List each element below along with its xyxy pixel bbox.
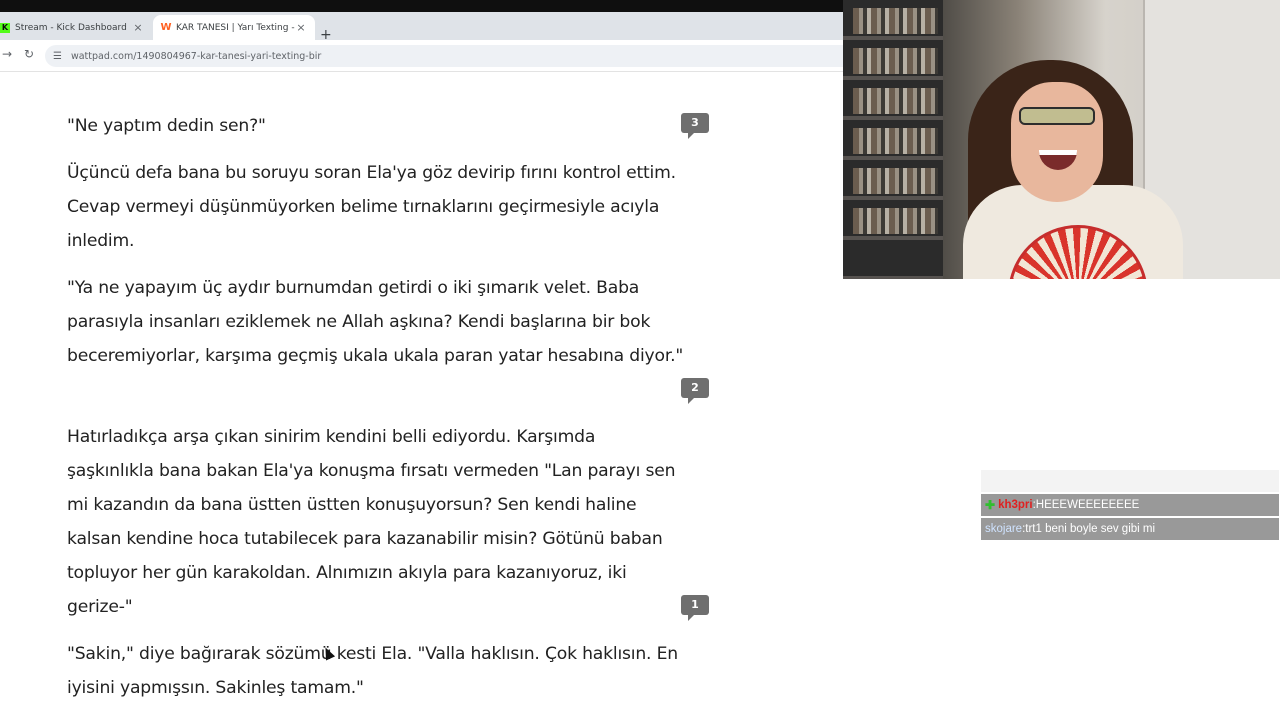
kick-badge-icon: ✚ [985,498,996,512]
address-bar[interactable]: ☰ wattpad.com/1490804967-kar-tanesi-yari… [45,45,845,67]
chat-fading-message [981,470,1279,492]
tab-title: KAR TANESİ | Yarı Texting - bir [176,22,295,33]
chat-username: kh3pri [998,499,1033,511]
browser-toolbar: → ↻ ☰ wattpad.com/1490804967-kar-tanesi-… [0,40,845,72]
books [853,48,938,74]
bookshelf [843,0,943,279]
browser-tab-strip: K Stream - Kick Dashboard × W KAR TANESİ… [0,12,845,43]
reload-icon[interactable]: ↻ [24,47,34,61]
story-paragraph: Hatırladıkça arşa çıkan sinirim kendini … [67,427,676,617]
site-info-icon[interactable]: ☰ [53,51,62,62]
stream-chat-overlay: ✚ kh3pri : HEEEWEEEEEEEE skojare : trt1 … [981,470,1279,542]
story-paragraph: "Sakin," diye bağırarak sözümü kesti Ela… [67,644,678,698]
books [853,128,938,154]
url-text: wattpad.com/1490804967-kar-tanesi-yari-t… [70,50,322,62]
chat-message: skojare : trt1 beni boyle sev gibi mi [981,518,1279,540]
chat-message: ✚ kh3pri : HEEEWEEEEEEEE [981,494,1279,516]
story-paragraph: "Ne yaptım dedin sen?" [67,116,266,136]
wattpad-icon: W [160,22,172,33]
kick-icon: K [0,22,10,33]
story-paragraph: Üçüncü defa bana bu soruyu soran Ela'ya … [67,163,676,251]
chat-username: skojare [985,523,1023,535]
books [853,168,938,194]
inline-comment-badge[interactable]: 1 [681,595,709,621]
inline-comment-badge[interactable]: 2 [681,378,709,404]
books [853,8,938,34]
story-paragraph: "Ya ne yapayım üç aydır burnumdan getird… [67,278,684,366]
close-icon[interactable]: × [132,21,144,34]
inline-comment-badge[interactable]: 3 [681,113,709,139]
tab-kick-dashboard[interactable]: K Stream - Kick Dashboard × [0,15,152,40]
webcam-overlay [843,0,1280,279]
glasses [1019,107,1095,125]
chat-text: trt1 beni boyle sev gibi mi [1025,523,1156,535]
chat-text: HEEEWEEEEEEEE [1035,499,1140,511]
books [853,88,938,114]
story-reader: "Ne yaptım dedin sen?" 3 Üçüncü defa ban… [0,73,845,720]
close-icon[interactable]: × [295,21,307,34]
streamer-face [1011,82,1103,202]
forward-arrow-icon[interactable]: → [2,47,12,61]
books [853,208,938,234]
tab-wattpad-story[interactable]: W KAR TANESİ | Yarı Texting - bir × [153,15,315,40]
tab-title: Stream - Kick Dashboard [15,22,127,33]
